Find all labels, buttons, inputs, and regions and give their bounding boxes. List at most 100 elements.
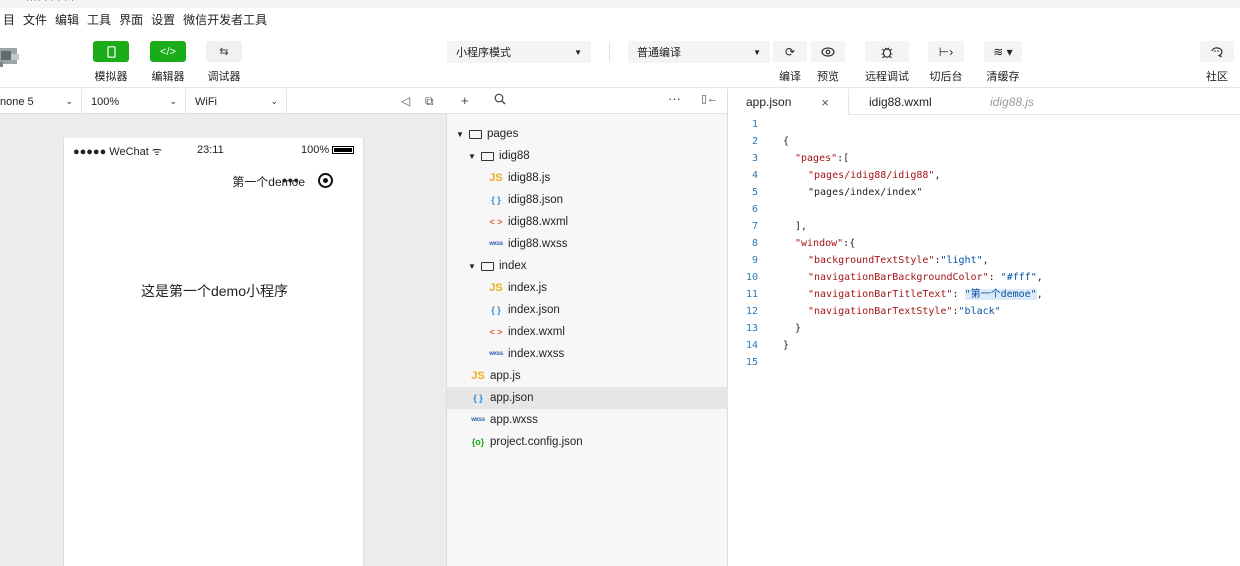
phone-capsule[interactable]: •••: [282, 172, 333, 188]
caret-down-icon[interactable]: ▼: [455, 130, 465, 139]
folder-icon: [481, 151, 494, 161]
phone-screen[interactable]: ●●●●● WeChat ᯤ 23:11 100% 第一个demoe ••• 这…: [63, 138, 364, 566]
code-editor: app.json × idig88.wxml idig88.js 1 2{ 3 "…: [728, 89, 1240, 566]
more-dots-icon[interactable]: •••: [282, 172, 300, 188]
file-name: idig88: [499, 150, 530, 162]
tree-file[interactable]: JS index.js: [447, 277, 728, 299]
simulator-panel: none 5 ⌄ 100% ⌄ WiFi ⌄ ◁ ⧉ ●●●●● WeChat …: [0, 89, 447, 566]
popout-icon[interactable]: ⧉: [425, 94, 434, 109]
zoom-select[interactable]: 100% ⌄: [82, 89, 186, 114]
menu-item-settings[interactable]: 设置: [146, 11, 180, 28]
chevron-down-icon: ⌄: [270, 96, 278, 106]
code-line: 10 "navigationBarBackgroundColor": "#fff"…: [745, 272, 1043, 283]
collapse-panel-icon[interactable]: ▯←: [701, 92, 718, 105]
debugger-button[interactable]: ⇆ 调试器: [199, 41, 249, 84]
tree-file[interactable]: {o} project.config.json: [447, 431, 728, 453]
file-name: index.json: [508, 304, 560, 316]
file-name: index.js: [508, 282, 547, 294]
menu-item-project[interactable]: 目: [0, 11, 20, 28]
wxss-file-icon: wxss: [489, 351, 503, 357]
tree-file[interactable]: < > index.wxml: [447, 321, 728, 343]
remote-debug-button[interactable]: 远程调试: [865, 41, 909, 84]
editor-button[interactable]: </> 编辑器: [143, 41, 193, 84]
menu-item-file[interactable]: 文件: [18, 11, 52, 28]
caret-down-icon[interactable]: ▼: [467, 152, 477, 161]
bug-icon: [865, 41, 909, 62]
code-line: 15: [745, 357, 758, 368]
chevron-down-icon: ⌄: [65, 96, 73, 106]
tree-file[interactable]: wxss idig88.wxss: [447, 233, 728, 255]
code-line: 5 "pages/index/index": [751, 187, 923, 198]
file-name: idig88.wxss: [508, 238, 568, 250]
wxss-file-icon: wxss: [471, 417, 485, 423]
simulator-button[interactable]: 模拟器: [86, 41, 136, 84]
file-name: index.wxss: [508, 348, 565, 360]
phone-content-text: 这是第一个demo小程序: [140, 283, 289, 299]
tree-folder[interactable]: ▼ pages: [447, 123, 728, 145]
wifi-icon: ᯤ: [151, 146, 162, 158]
editor-label: 编辑器: [151, 71, 185, 83]
code-line: 6: [751, 204, 758, 215]
json-file-icon: { }: [491, 195, 501, 205]
tree-folder[interactable]: ▼ index: [447, 255, 728, 277]
layers-icon: ≋ ▾: [984, 41, 1022, 62]
simulator-toolbar: none 5 ⌄ 100% ⌄ WiFi ⌄ ◁ ⧉: [0, 89, 447, 114]
toolbar-divider: [609, 42, 610, 62]
tree-file[interactable]: wxss index.wxss: [447, 343, 728, 365]
tree-file[interactable]: JS app.js: [447, 365, 728, 387]
window-title-fragment: ···· · · · · ·: [26, 0, 75, 6]
tree-file[interactable]: < > idig88.wxml: [447, 211, 728, 233]
tab-app-json[interactable]: app.json ×: [728, 89, 849, 115]
debugger-label: 调试器: [207, 71, 241, 83]
search-icon[interactable]: [494, 93, 506, 108]
eye-icon: [811, 41, 845, 62]
close-target-icon[interactable]: [317, 172, 333, 188]
preview-button[interactable]: 预览: [811, 41, 845, 84]
tree-file[interactable]: { } index.json: [447, 299, 728, 321]
tab-label: idig88.wxml: [869, 95, 932, 109]
close-icon[interactable]: ×: [821, 95, 829, 110]
status-time: 23:11: [197, 144, 224, 156]
tree-file[interactable]: { } app.json: [447, 387, 728, 409]
tree-file[interactable]: { } idig88.json: [447, 189, 728, 211]
phone-nav-title: 第一个demoe: [232, 175, 305, 189]
wxml-file-icon: < >: [489, 327, 503, 337]
more-options-icon[interactable]: ···: [668, 91, 681, 106]
menu-item-devtools[interactable]: 微信开发者工具: [178, 11, 272, 28]
community-label: 社区: [1206, 71, 1228, 83]
add-file-icon[interactable]: +: [461, 93, 469, 108]
speaker-icon[interactable]: ◁: [401, 94, 410, 108]
avatar[interactable]: [0, 42, 22, 70]
network-select[interactable]: WiFi ⌄: [186, 89, 287, 114]
menu-item-edit[interactable]: 编辑: [50, 11, 84, 28]
tab-idig88-js[interactable]: idig88.js: [990, 89, 1034, 115]
folder-icon: [469, 129, 482, 139]
battery-icon: [332, 146, 355, 154]
device-select[interactable]: none 5 ⌄: [0, 89, 82, 114]
caret-down-icon[interactable]: ▼: [467, 262, 477, 271]
compile-select[interactable]: 普通编译 ▼: [628, 41, 770, 63]
avatar-icon: [0, 48, 19, 67]
tab-idig88-wxml[interactable]: idig88.wxml: [869, 89, 932, 115]
file-name: index: [499, 260, 527, 272]
file-name: app.js: [490, 370, 521, 382]
json-file-icon: { }: [491, 305, 501, 315]
tree-folder[interactable]: ▼ idig88: [447, 145, 728, 167]
menu-item-tools[interactable]: 工具: [82, 11, 116, 28]
phone-icon: [93, 41, 129, 62]
menu-item-view[interactable]: 界面: [114, 11, 148, 28]
file-name: idig88.js: [508, 172, 551, 184]
compile-button[interactable]: ⟳ 编译: [773, 41, 807, 84]
mode-select[interactable]: 小程序模式 ▼: [447, 41, 591, 63]
explorer-toolbar: + ··· ▯←: [447, 89, 727, 114]
background-button[interactable]: ⊢› 切后台: [928, 41, 964, 84]
clear-cache-button[interactable]: ≋ ▾ 清缓存: [984, 41, 1022, 84]
tree-file[interactable]: wxss app.wxss: [447, 409, 728, 431]
tree-file[interactable]: JS idig88.js: [447, 167, 728, 189]
community-button[interactable]: 社区: [1200, 41, 1234, 84]
switch-arrow-icon: ⊢›: [928, 41, 964, 62]
code-line: 2{: [751, 136, 790, 147]
editor-tabs: app.json × idig88.wxml idig88.js: [728, 89, 1240, 115]
menu-bar: 目 文件 编辑 工具 界面 设置 微信开发者工具: [0, 8, 1240, 30]
code-line: 1: [751, 119, 758, 130]
